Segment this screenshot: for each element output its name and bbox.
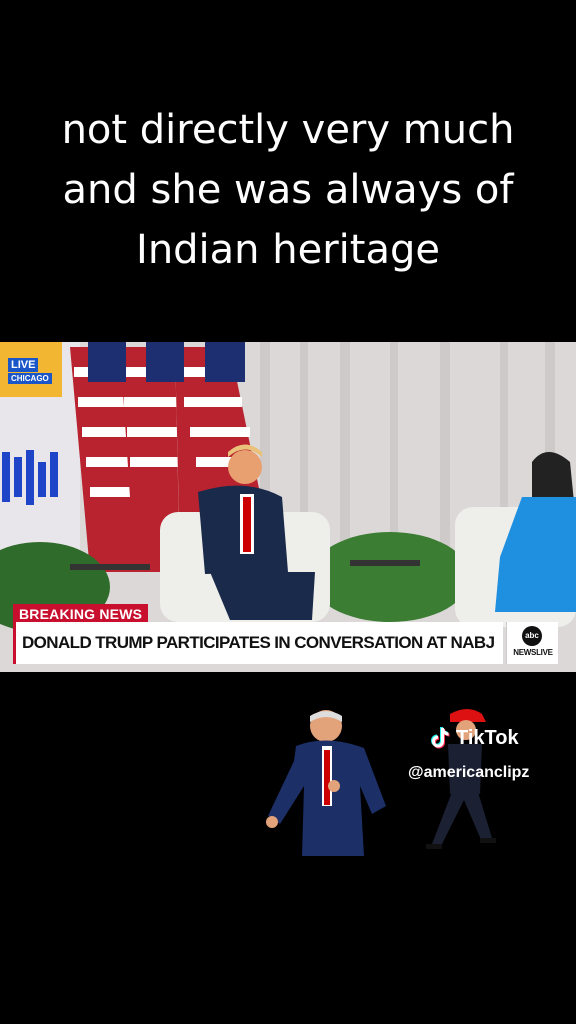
breaking-news-label: BREAKING NEWS xyxy=(13,604,149,624)
tiktok-note-icon xyxy=(431,727,450,749)
abc-logo-icon: abc xyxy=(522,626,542,646)
tiktok-watermark: TikTok xyxy=(428,726,519,750)
live-location: CHICAGO xyxy=(8,373,52,384)
news-headline: DONALD TRUMP PARTICIPATES IN CONVERSATIO… xyxy=(13,622,503,664)
live-badge: LIVE CHICAGO xyxy=(8,358,60,390)
network-sub-label: NEWSLIVE xyxy=(513,648,553,657)
tiktok-app-name: TikTok xyxy=(456,726,519,749)
dancing-figure-sticker xyxy=(266,710,386,856)
network-logo: abc NEWSLIVE xyxy=(506,622,558,664)
caption-text: not directly very much and she was alway… xyxy=(61,107,515,273)
live-label: LIVE xyxy=(8,358,39,372)
creator-handle[interactable]: @americanclipz xyxy=(408,764,529,782)
